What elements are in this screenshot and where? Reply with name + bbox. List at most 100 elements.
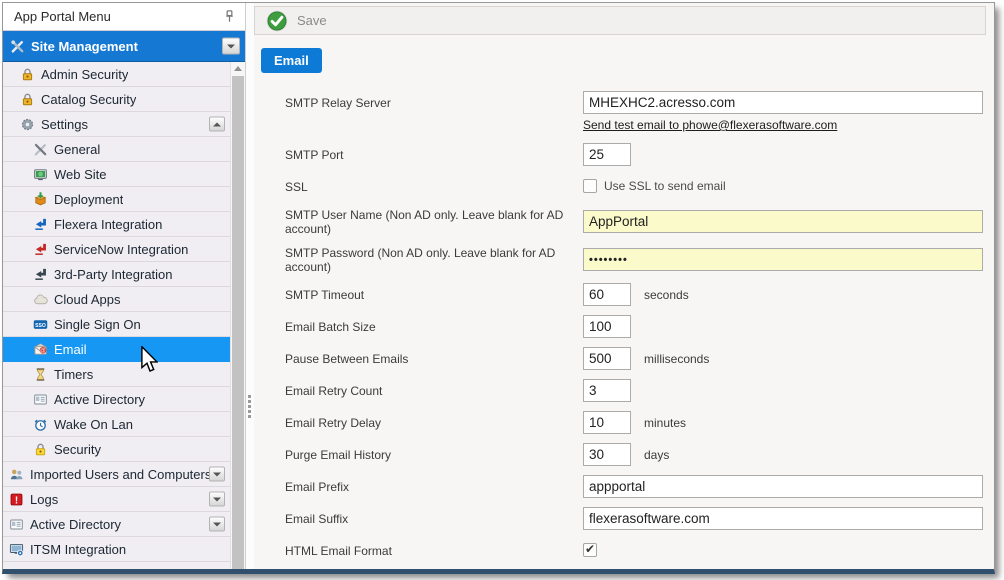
form-row-email-prefix: Email Prefix bbox=[285, 475, 983, 498]
save-check-icon bbox=[266, 10, 288, 32]
section-collapse-button[interactable] bbox=[222, 38, 240, 55]
users-icon bbox=[9, 467, 24, 482]
sidebar-item-security[interactable]: Security bbox=[3, 437, 230, 462]
sidebar-item-servicenow-integration[interactable]: ServiceNow Integration bbox=[3, 237, 230, 262]
email-prefix-input[interactable] bbox=[583, 475, 983, 498]
section-label: Site Management bbox=[31, 39, 240, 54]
html-email-format-checkbox[interactable] bbox=[583, 543, 597, 557]
unit-label: days bbox=[644, 448, 669, 462]
sidebar-item-imported-users-and-computers[interactable]: Imported Users and Computers bbox=[3, 462, 230, 487]
sidebar-item-catalog-security[interactable]: Catalog Security bbox=[3, 87, 230, 112]
sidebar-title: App Portal Menu bbox=[14, 9, 222, 24]
sidebar-item-web-site[interactable]: Web Site bbox=[3, 162, 230, 187]
smtp-timeout-input[interactable] bbox=[583, 283, 631, 306]
svg-text:!: ! bbox=[15, 495, 18, 506]
pause-between-emails-input[interactable] bbox=[583, 347, 631, 370]
field-label: Email Retry Delay bbox=[285, 415, 583, 430]
alarm-icon bbox=[33, 417, 48, 432]
expand-button[interactable] bbox=[209, 467, 225, 482]
sidebar-item-logs[interactable]: !Logs bbox=[3, 487, 230, 512]
tab-email[interactable]: Email bbox=[261, 48, 322, 73]
arrow-red-icon bbox=[33, 242, 48, 257]
scroll-up-arrow-icon[interactable] bbox=[234, 66, 242, 71]
field-label: SMTP Timeout bbox=[285, 287, 583, 302]
send-test-email-link[interactable]: Send test email to phowe@flexerasoftware… bbox=[583, 118, 837, 132]
field-label: Email Retry Count bbox=[285, 383, 583, 398]
smtp-password-input[interactable] bbox=[583, 248, 983, 271]
form-row-smtp-user-name: SMTP User Name (Non AD only. Leave blank… bbox=[285, 207, 983, 236]
sidebar: App Portal Menu Site Management Admin Se… bbox=[3, 3, 246, 569]
tab-bar: Email bbox=[261, 48, 986, 73]
field-label: SMTP Relay Server bbox=[285, 91, 583, 110]
sidebar-item-single-sign-on[interactable]: SSOSingle Sign On bbox=[3, 312, 230, 337]
collapse-button[interactable] bbox=[209, 117, 225, 132]
lock-gold-icon bbox=[20, 67, 35, 82]
svg-text:SSO: SSO bbox=[35, 322, 46, 328]
field-label: Email Batch Size bbox=[285, 319, 583, 334]
adcard-icon bbox=[9, 517, 24, 532]
email-suffix-input[interactable] bbox=[583, 507, 983, 530]
sidebar-item-email[interactable]: @Email bbox=[3, 337, 230, 362]
sidebar-item-wake-on-lan[interactable]: Wake On Lan bbox=[3, 412, 230, 437]
logs-icon: ! bbox=[9, 492, 24, 507]
field-label: Purge Email History bbox=[285, 447, 583, 462]
form-row-smtp-port: SMTP Port bbox=[285, 143, 983, 166]
arrow-dark-icon bbox=[33, 267, 48, 282]
cloud-icon bbox=[33, 292, 48, 307]
sidebar-item-3rd-party-integration[interactable]: 3rd-Party Integration bbox=[3, 262, 230, 287]
sidebar-item-admin-security[interactable]: Admin Security bbox=[3, 62, 230, 87]
form-row-smtp-relay-server: SMTP Relay ServerSend test email to phow… bbox=[285, 91, 983, 134]
ssl-checkbox[interactable] bbox=[583, 179, 597, 193]
scrollbar-thumb[interactable] bbox=[232, 76, 244, 569]
sidebar-item-active-directory[interactable]: Active Directory bbox=[3, 387, 230, 412]
toolbar: Save bbox=[254, 6, 986, 35]
itsm-icon bbox=[9, 542, 24, 557]
svg-text:@: @ bbox=[40, 348, 46, 354]
arrow-blue-icon bbox=[33, 217, 48, 232]
purge-email-history-input[interactable] bbox=[583, 443, 631, 466]
sidebar-item-partial[interactable] bbox=[3, 562, 230, 569]
smtp-port-input[interactable] bbox=[583, 143, 631, 166]
gear-icon bbox=[20, 117, 35, 132]
expand-button[interactable] bbox=[209, 517, 225, 532]
form-row-html-email-format: HTML Email Format bbox=[285, 539, 983, 562]
tools-gray-icon bbox=[33, 142, 48, 157]
sidebar-items: Admin SecurityCatalog SecuritySettingsGe… bbox=[3, 62, 245, 569]
sidebar-item-flexera-integration[interactable]: Flexera Integration bbox=[3, 212, 230, 237]
form-row-pause-between-emails: Pause Between Emailsmilliseconds bbox=[285, 347, 983, 370]
form-row-email-batch-size: Email Batch Size bbox=[285, 315, 983, 338]
save-button[interactable]: Save bbox=[266, 10, 327, 32]
cloud-icon bbox=[9, 567, 24, 570]
email-retry-count-input[interactable] bbox=[583, 379, 631, 402]
sso-icon: SSO bbox=[33, 317, 48, 332]
main-panel: Save Email SMTP Relay ServerSend test em… bbox=[254, 3, 994, 569]
email-icon: @ bbox=[33, 342, 48, 357]
form-row-email-retry-delay: Email Retry Delay minutes bbox=[285, 411, 983, 434]
form-row-ssl: SSLUse SSL to send email bbox=[285, 175, 983, 198]
sidebar-item-active-directory[interactable]: Active Directory bbox=[3, 512, 230, 537]
sidebar-item-settings[interactable]: Settings bbox=[3, 112, 230, 137]
field-label: Email Suffix bbox=[285, 511, 583, 526]
adcard-icon bbox=[33, 392, 48, 407]
sidebar-item-timers[interactable]: Timers bbox=[3, 362, 230, 387]
pin-icon[interactable] bbox=[222, 9, 237, 24]
email-batch-size-input[interactable] bbox=[583, 315, 631, 338]
field-label: Email Prefix bbox=[285, 479, 583, 494]
unit-label: minutes bbox=[644, 416, 686, 430]
sidebar-scrollbar[interactable] bbox=[230, 62, 245, 569]
email-settings-form: SMTP Relay ServerSend test email to phow… bbox=[254, 91, 986, 569]
field-label: Pause Between Emails bbox=[285, 351, 583, 366]
smtp-relay-server-input[interactable] bbox=[583, 91, 983, 114]
form-row-email-retry-count: Email Retry Count bbox=[285, 379, 983, 402]
sidebar-item-general[interactable]: General bbox=[3, 137, 230, 162]
sidebar-item-deployment[interactable]: Deployment bbox=[3, 187, 230, 212]
sidebar-item-cloud-apps[interactable]: Cloud Apps bbox=[3, 287, 230, 312]
tools-icon bbox=[10, 39, 25, 54]
sidebar-section-site-management[interactable]: Site Management bbox=[3, 31, 245, 62]
expand-button[interactable] bbox=[209, 492, 225, 507]
email-retry-delay-input[interactable] bbox=[583, 411, 631, 434]
sidebar-item-itsm-integration[interactable]: ITSM Integration bbox=[3, 537, 230, 562]
smtp-user-name-input[interactable] bbox=[583, 210, 983, 233]
panel-splitter[interactable] bbox=[246, 3, 254, 569]
timer-icon bbox=[33, 367, 48, 382]
